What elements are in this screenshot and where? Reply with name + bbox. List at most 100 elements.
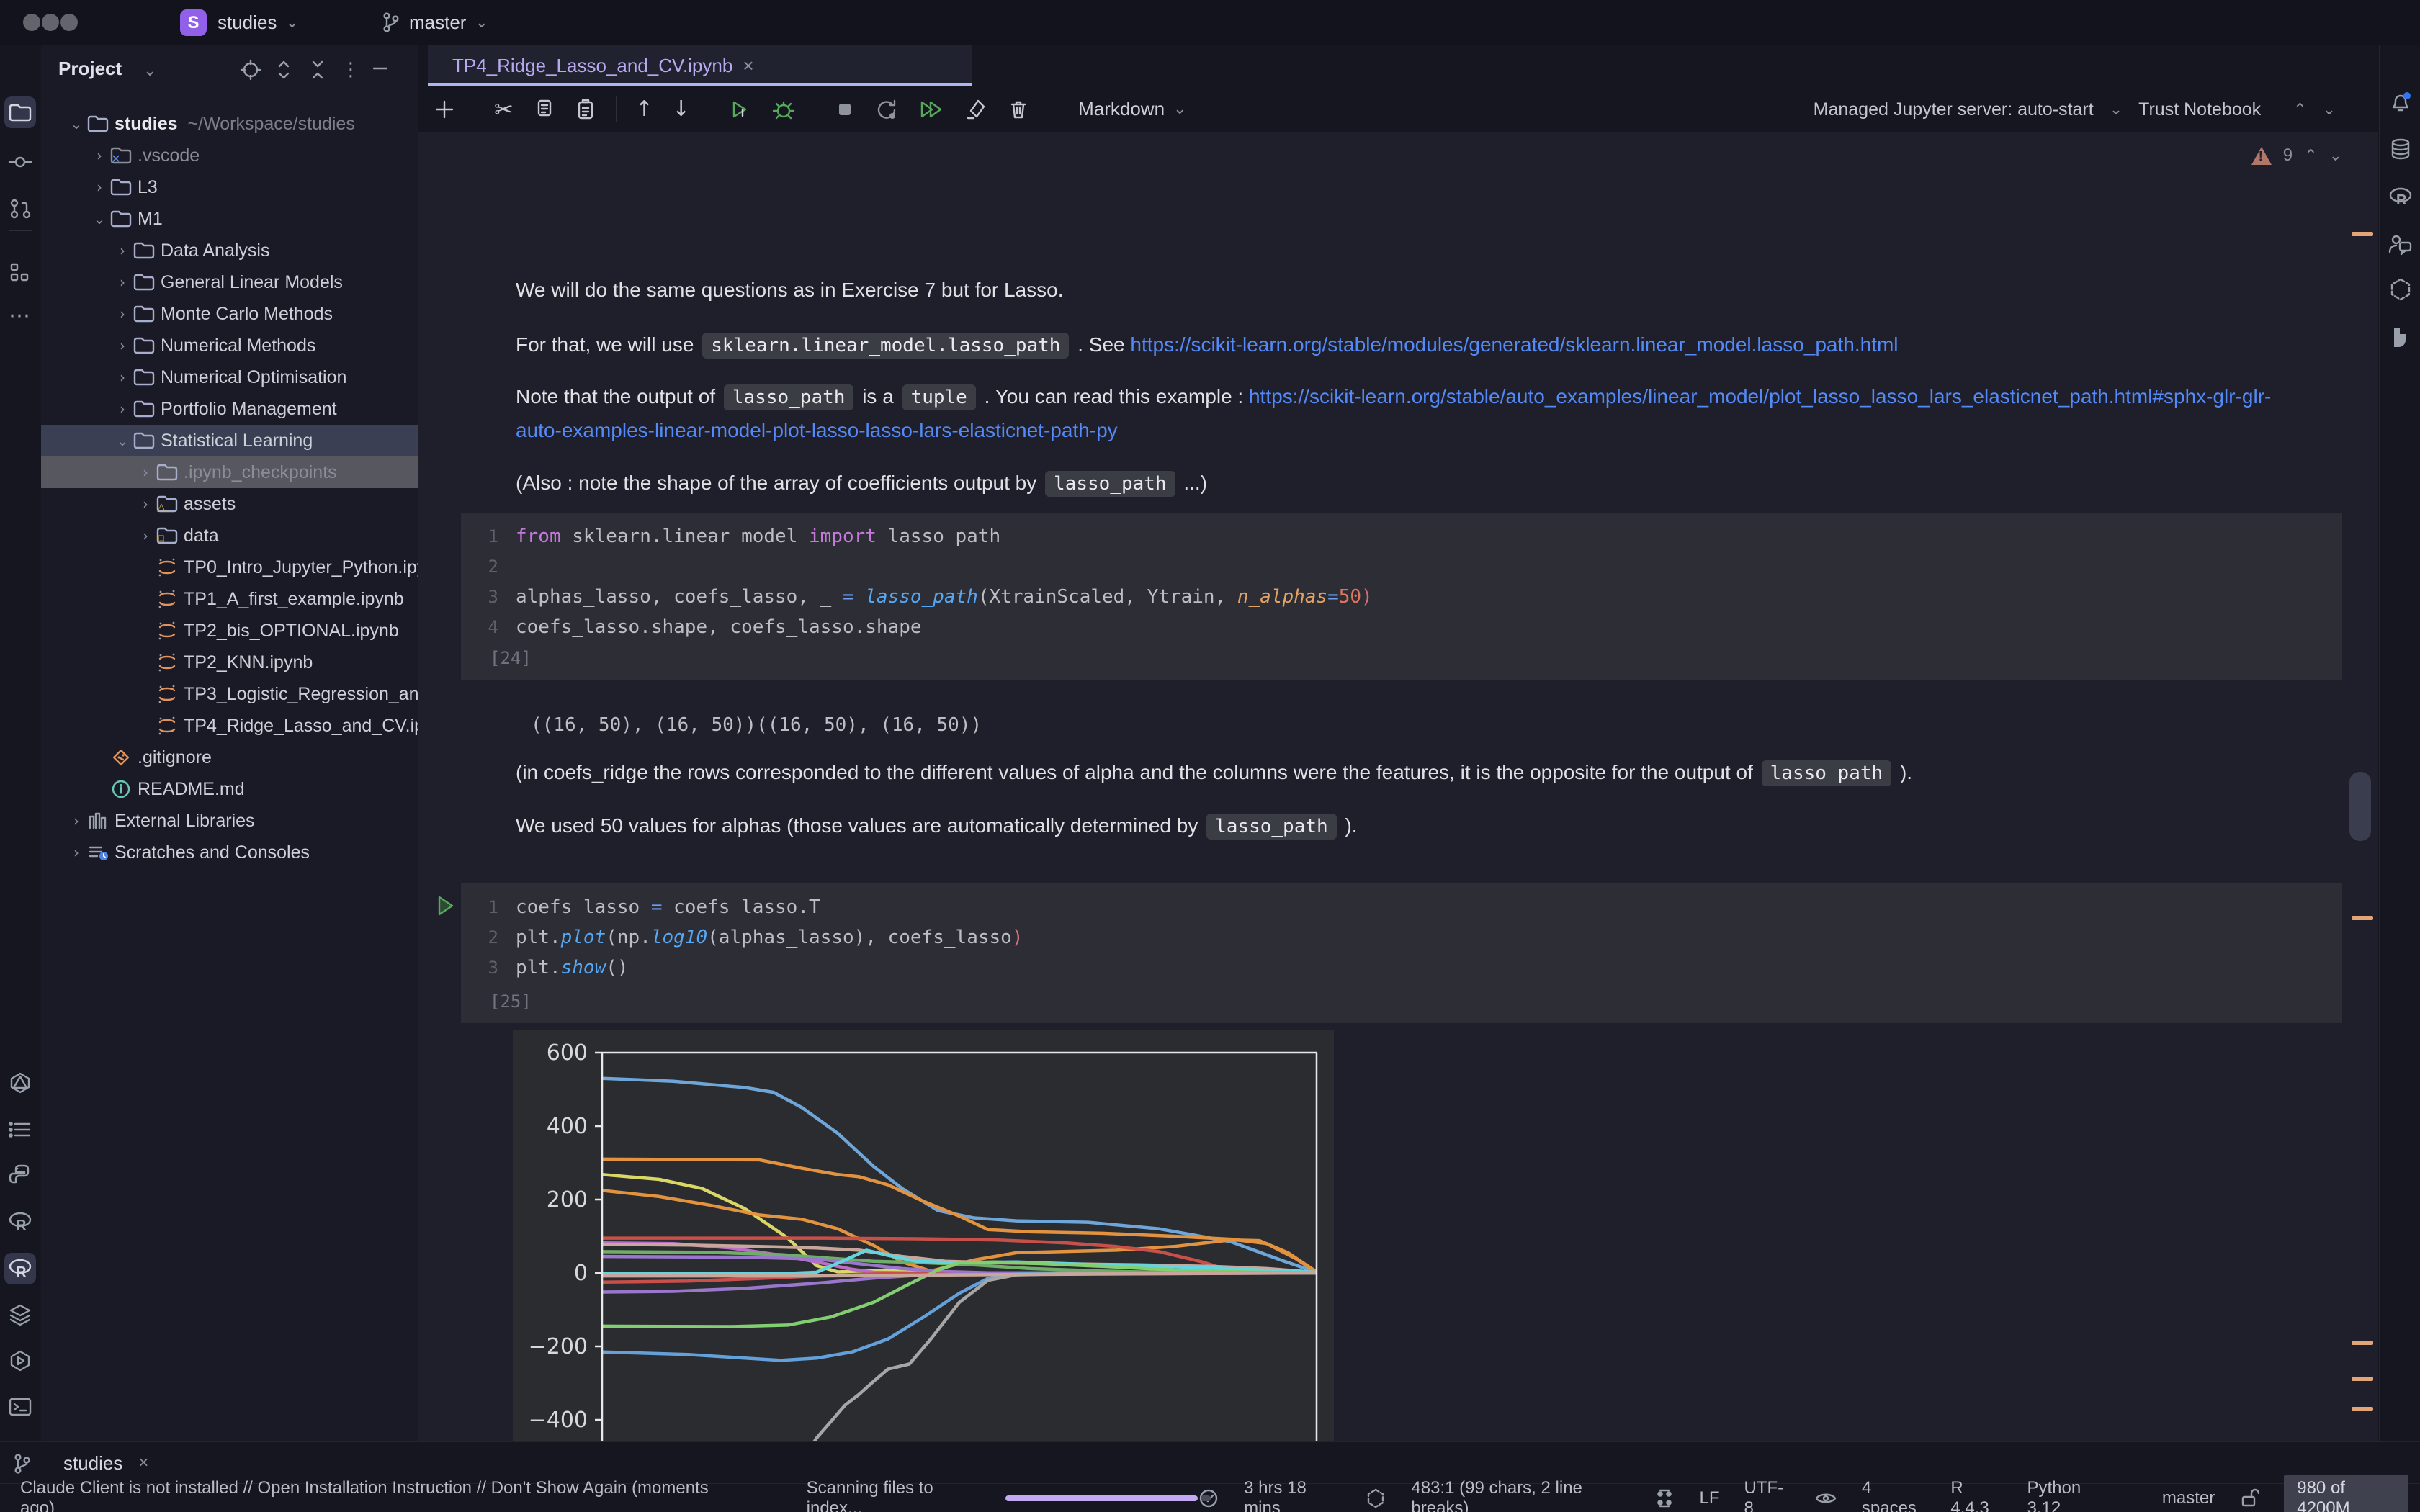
tool-strip-terminal[interactable] bbox=[4, 1391, 36, 1423]
chevron-right-icon[interactable]: › bbox=[113, 337, 132, 354]
move-up-button[interactable]: ↑ bbox=[635, 96, 653, 122]
paste-button[interactable] bbox=[574, 98, 597, 121]
tool-strip-commit[interactable] bbox=[4, 146, 36, 178]
tree-item--vscode[interactable]: ›✕.vscode bbox=[41, 140, 418, 171]
tool-strip-todo-list[interactable] bbox=[4, 1114, 36, 1146]
debug-button[interactable] bbox=[771, 98, 796, 121]
code-cell[interactable]: 1from sklearn.linear_model import lasso_… bbox=[461, 513, 2342, 680]
chevron-right-icon[interactable]: › bbox=[136, 464, 155, 481]
close-icon[interactable]: × bbox=[138, 1453, 148, 1473]
add-cell-button[interactable] bbox=[433, 98, 456, 121]
error-stripe-mark[interactable] bbox=[2352, 232, 2373, 236]
tool-strip-services[interactable] bbox=[4, 1345, 36, 1377]
trust-notebook-button[interactable]: Trust Notebook bbox=[2138, 99, 2261, 120]
right-strip-hexagon-plugin[interactable] bbox=[2385, 274, 2416, 305]
right-strip-notifications[interactable] bbox=[2385, 86, 2416, 118]
git-branch-icon[interactable] bbox=[12, 1453, 32, 1475]
tool-strip-graphql[interactable] bbox=[4, 1067, 36, 1099]
tree-item-monte-carlo-methods[interactable]: ›Monte Carlo Methods bbox=[41, 298, 418, 330]
clear-button[interactable] bbox=[964, 98, 988, 121]
tree-item-tp2-knn-ipynb[interactable]: TP2_KNN.ipynb bbox=[41, 647, 418, 678]
tool-strip-project-folder[interactable] bbox=[4, 96, 36, 128]
status-item[interactable]: 3 hrs 18 mins bbox=[1244, 1478, 1340, 1512]
expand-all-icon[interactable] bbox=[274, 59, 294, 81]
inspections-widget[interactable]: 9 ⌃ ⌄ bbox=[2251, 145, 2342, 166]
tab-notebook[interactable]: TP4_Ridge_Lasso_and_CV.ipynb × bbox=[428, 45, 972, 86]
right-strip-assistant-chat[interactable] bbox=[2385, 228, 2416, 260]
move-down-button[interactable]: ↓ bbox=[672, 96, 690, 122]
status-item[interactable]: Python 3.12 bbox=[2027, 1478, 2113, 1512]
error-stripe-mark[interactable] bbox=[2352, 1341, 2373, 1345]
tree-item-external-libraries[interactable]: ›External Libraries bbox=[41, 805, 418, 837]
project-switcher[interactable]: studies ⌄ bbox=[218, 0, 299, 45]
lock-icon[interactable] bbox=[2239, 1488, 2259, 1509]
tree-item-readme-md[interactable]: README.md bbox=[41, 773, 418, 805]
kebab-icon[interactable]: ⋮ bbox=[341, 59, 360, 81]
tree-item-assets[interactable]: ›△assets bbox=[41, 488, 418, 520]
run-button[interactable] bbox=[728, 98, 753, 121]
window-minimize-button[interactable] bbox=[42, 14, 59, 31]
chevron-down-icon[interactable]: ⌄ bbox=[67, 115, 86, 132]
tool-strip-python[interactable] bbox=[4, 1160, 36, 1192]
status-message[interactable]: Claude Client is not installed // Open I… bbox=[20, 1478, 720, 1512]
next-cell-icon[interactable]: ⌄ bbox=[2323, 101, 2336, 119]
chevron-right-icon[interactable]: › bbox=[67, 812, 86, 829]
right-strip-database[interactable] bbox=[2385, 134, 2416, 166]
tree-item-tp3-logistic-regression-and[interactable]: TP3_Logistic_Regression_and bbox=[41, 678, 418, 710]
window-close-button[interactable] bbox=[23, 14, 40, 31]
status-item[interactable]: R 4.4.3 bbox=[1950, 1478, 2002, 1512]
right-strip-r-tools[interactable]: R bbox=[2385, 181, 2416, 213]
hex-code-icon[interactable] bbox=[1365, 1488, 1386, 1509]
run-cell-gutter-icon[interactable] bbox=[434, 894, 456, 918]
tree-item-portfolio-management[interactable]: ›Portfolio Management bbox=[41, 393, 418, 425]
stop-button[interactable] bbox=[834, 99, 856, 120]
editor-scrollbar[interactable] bbox=[2349, 772, 2371, 841]
status-item[interactable]: LF bbox=[1700, 1488, 1720, 1508]
tree-item-tp2-bis-optional-ipynb[interactable]: TP2_bis_OPTIONAL.ipynb bbox=[41, 615, 418, 647]
tab-close-icon[interactable]: × bbox=[743, 55, 753, 77]
tree-item-numerical-methods[interactable]: ›Numerical Methods bbox=[41, 330, 418, 361]
tool-strip-pull-request[interactable] bbox=[4, 193, 36, 225]
tree-item-l3[interactable]: ›L3 bbox=[41, 171, 418, 203]
tree-item-statistical-learning[interactable]: ⌄Statistical Learning bbox=[41, 425, 418, 456]
hide-icon[interactable] bbox=[371, 59, 390, 78]
collapse-all-icon[interactable] bbox=[308, 59, 328, 81]
tool-strip-r-console[interactable]: R bbox=[4, 1206, 36, 1238]
tree-item-tp4-ridge-lasso-and-cv-ipynb[interactable]: TP4_Ridge_Lasso_and_CV.ipynb bbox=[41, 710, 418, 742]
tree-item-general-linear-models[interactable]: ›General Linear Models bbox=[41, 266, 418, 298]
tree-item-data-analysis[interactable]: ›Data Analysis bbox=[41, 235, 418, 266]
tree-item-tp0-intro-jupyter-python-ipynb[interactable]: TP0_Intro_Jupyter_Python.ipynb bbox=[41, 552, 418, 583]
run-all-button[interactable] bbox=[918, 98, 945, 121]
tree-item-numerical-optimisation[interactable]: ›Numerical Optimisation bbox=[41, 361, 418, 393]
right-strip-plugin-puzzle[interactable] bbox=[2385, 320, 2416, 352]
delete-button[interactable] bbox=[1007, 98, 1030, 121]
hyperlink[interactable]: https://scikit-learn.org/stable/modules/… bbox=[1130, 333, 1898, 356]
chevron-down-icon[interactable]: ⌄ bbox=[2329, 147, 2342, 165]
chevron-right-icon[interactable]: › bbox=[113, 369, 132, 386]
tree-item--ipynb-checkpoints[interactable]: ›.ipynb_checkpoints bbox=[41, 456, 418, 488]
tool-strip-more[interactable]: ⋯ bbox=[4, 300, 36, 331]
chevron-up-icon[interactable]: ⌃ bbox=[2304, 147, 2317, 165]
error-stripe-mark[interactable] bbox=[2352, 1407, 2373, 1411]
chevron-right-icon[interactable]: › bbox=[90, 147, 109, 164]
chevron-right-icon[interactable]: › bbox=[113, 274, 132, 291]
status-item[interactable]: 4 spaces bbox=[1862, 1478, 1927, 1512]
code-cell[interactable]: 1coefs_lasso = coefs_lasso.T2plt.plot(np… bbox=[461, 883, 2342, 1023]
chevron-right-icon[interactable]: › bbox=[113, 242, 132, 259]
chevron-down-icon[interactable]: ⌄ bbox=[113, 432, 132, 449]
grid-icon[interactable] bbox=[1654, 1488, 1675, 1509]
prev-cell-icon[interactable]: ⌃ bbox=[2293, 101, 2306, 119]
tree-item-m1[interactable]: ⌄M1 bbox=[41, 203, 418, 235]
tree-item-data[interactable]: ›⌸data bbox=[41, 520, 418, 552]
chevron-right-icon[interactable]: › bbox=[136, 527, 155, 544]
status-item[interactable]: 483:1 (99 chars, 2 line breaks) bbox=[1411, 1478, 1628, 1512]
tool-strip-modules[interactable] bbox=[4, 256, 36, 288]
tree-item-studies[interactable]: ⌄studies~/Workspace/studies bbox=[41, 108, 418, 140]
panel-title[interactable]: Project bbox=[58, 58, 122, 80]
tree-item--gitignore[interactable]: .gitignore bbox=[41, 742, 418, 773]
window-zoom-button[interactable] bbox=[60, 14, 78, 31]
eye-icon[interactable] bbox=[1814, 1489, 1837, 1508]
chevron-right-icon[interactable]: › bbox=[113, 400, 132, 418]
status-item[interactable]: UTF-8 bbox=[1744, 1478, 1790, 1512]
error-stripe-mark[interactable] bbox=[2352, 1377, 2373, 1381]
